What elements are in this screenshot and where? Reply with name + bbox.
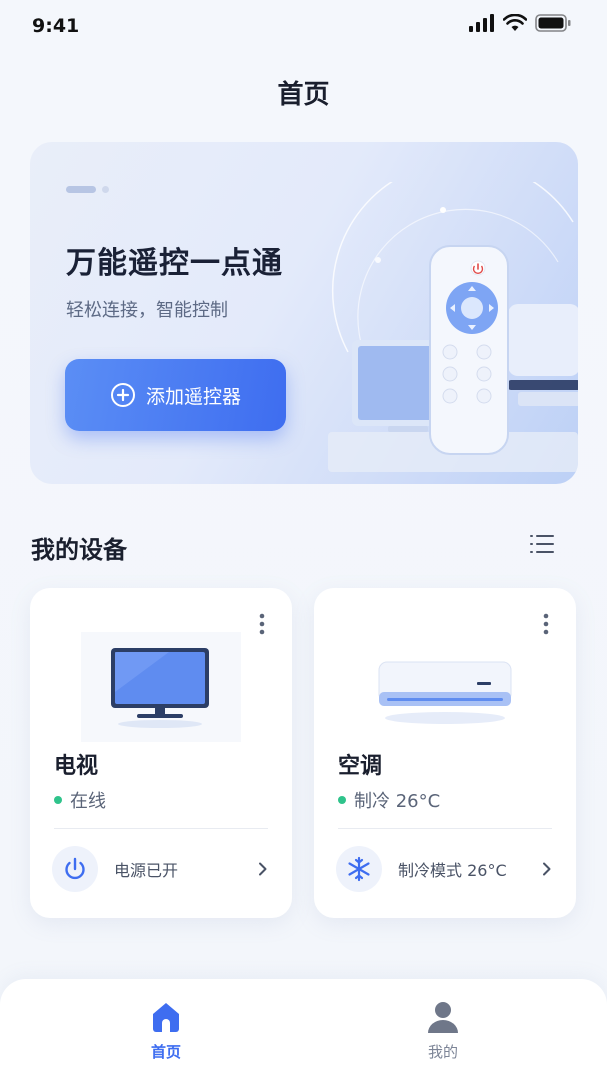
- card-divider: [338, 828, 552, 829]
- card-divider: [54, 828, 268, 829]
- banner-dot: [102, 186, 109, 193]
- tv-power-action[interactable]: 电源已开: [52, 844, 270, 894]
- power-button-circle[interactable]: [52, 846, 98, 892]
- list-view-icon[interactable]: [528, 530, 556, 558]
- ac-mode-action[interactable]: 制冷模式 26°C: [336, 844, 554, 894]
- add-remote-button-label: 添加遥控器: [145, 385, 241, 408]
- device-status: 在线: [54, 787, 106, 813]
- online-status-dot: [338, 796, 346, 804]
- status-time: 9:41: [32, 15, 80, 37]
- tv-image: [81, 632, 241, 742]
- banner-title: 万能遥控一点通: [66, 246, 283, 281]
- air-conditioner-image: [378, 661, 512, 724]
- action-label: 电源已开: [114, 861, 179, 880]
- plus-circle-icon: [110, 383, 135, 407]
- banner-dot-active: [66, 186, 96, 193]
- remote-control-illustration: [328, 182, 578, 472]
- device-card-air-conditioner[interactable]: 空调 制冷 26°C 制冷模式 26°C: [314, 588, 576, 918]
- tab-mine[interactable]: 我的: [393, 999, 493, 1062]
- device-card-tv[interactable]: 电视 在线 电源已开: [30, 588, 292, 918]
- device-status-text: 制冷 26°C: [354, 791, 441, 812]
- my-devices-title: 我的设备: [31, 536, 127, 564]
- device-status-text: 在线: [70, 791, 106, 812]
- device-name: 空调: [338, 754, 383, 779]
- battery-icon: [535, 14, 571, 32]
- power-icon: [65, 857, 85, 880]
- device-name: 电视: [54, 754, 99, 779]
- banner-subtitle: 轻松连接，智能控制: [66, 300, 228, 321]
- tab-home[interactable]: 首页: [116, 999, 216, 1062]
- online-status-dot: [54, 796, 62, 804]
- add-remote-button[interactable]: 添加遥控器: [65, 359, 286, 431]
- user-icon: [428, 1002, 458, 1033]
- tab-home-label: 首页: [150, 1043, 181, 1061]
- chevron-right-icon: [259, 862, 267, 876]
- chevron-right-icon: [543, 862, 551, 876]
- bottom-tab-bar: 首页 我的: [0, 979, 607, 1080]
- device-status: 制冷 26°C: [338, 787, 440, 813]
- more-options-icon[interactable]: [252, 612, 272, 636]
- status-icons: [469, 14, 571, 32]
- tab-mine-label: 我的: [427, 1043, 458, 1061]
- cellular-signal-icon: [469, 14, 494, 32]
- banner-pagination-dots: [66, 186, 109, 193]
- promo-banner: 万能遥控一点通 轻松连接，智能控制 添加遥控器: [30, 142, 578, 484]
- mode-button-circle[interactable]: [336, 846, 382, 892]
- home-icon: [153, 1003, 179, 1032]
- more-options-icon[interactable]: [536, 612, 556, 636]
- page-title: 首页: [277, 80, 330, 110]
- action-label: 制冷模式 26°C: [398, 861, 507, 880]
- status-bar: 9:41: [0, 0, 607, 54]
- snowflake-icon: [348, 856, 370, 882]
- wifi-icon: [503, 14, 527, 31]
